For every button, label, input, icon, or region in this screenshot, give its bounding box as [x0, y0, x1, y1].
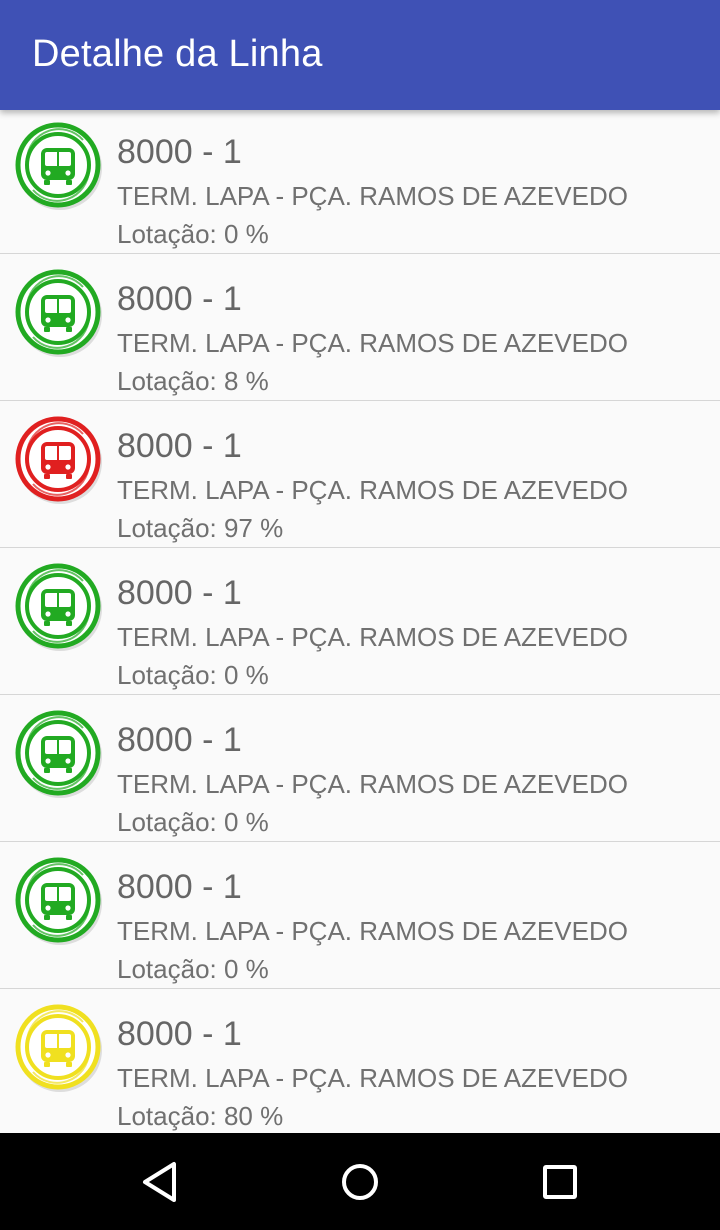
app-screen: Detalhe da Linha 8000 - 1 TERM. LAPA - PÇ… [0, 0, 720, 1230]
bus-icon [15, 122, 102, 210]
bus-icon [15, 269, 102, 357]
bus-occupancy-label: Lotação: 8 % [117, 366, 269, 396]
bus-occupancy-label: Lotação: 97 % [117, 513, 284, 543]
bus-icon [15, 710, 102, 798]
bus-icon [15, 1004, 102, 1092]
bus-line-title: 8000 - 1 [117, 574, 242, 612]
bus-route-label: TERM. LAPA - PÇA. RAMOS DE AZEVEDO [117, 475, 628, 505]
back-button[interactable] [135, 1157, 185, 1207]
bus-route-label: TERM. LAPA - PÇA. RAMOS DE AZEVEDO [117, 769, 628, 799]
bus-list[interactable]: 8000 - 1 TERM. LAPA - PÇA. RAMOS DE AZEVE… [0, 107, 720, 1133]
bus-route-label: TERM. LAPA - PÇA. RAMOS DE AZEVEDO [117, 181, 628, 211]
bus-route-label: TERM. LAPA - PÇA. RAMOS DE AZEVEDO [117, 328, 628, 358]
app-bar: Detalhe da Linha [0, 0, 720, 110]
recents-square-icon [543, 1165, 577, 1199]
bus-icon [15, 857, 102, 945]
bus-occupancy-label: Lotação: 80 % [117, 1101, 284, 1131]
system-nav-bar [0, 1133, 720, 1230]
bus-line-title: 8000 - 1 [117, 280, 242, 318]
bus-icon [15, 416, 102, 504]
bus-line-title: 8000 - 1 [117, 868, 242, 906]
bus-status-icon [13, 1002, 105, 1094]
bus-icon [15, 563, 102, 651]
bus-status-icon [13, 855, 105, 947]
bus-list-item[interactable]: 8000 - 1 TERM. LAPA - PÇA. RAMOS DE AZEVE… [0, 842, 720, 989]
bus-occupancy-label: Lotação: 0 % [117, 954, 269, 984]
bus-line-title: 8000 - 1 [117, 427, 242, 465]
bus-list-item[interactable]: 8000 - 1 TERM. LAPA - PÇA. RAMOS DE AZEVE… [0, 254, 720, 401]
back-triangle-icon [143, 1162, 176, 1202]
bus-list-item[interactable]: 8000 - 1 TERM. LAPA - PÇA. RAMOS DE AZEVE… [0, 989, 720, 1133]
bus-list-item[interactable]: 8000 - 1 TERM. LAPA - PÇA. RAMOS DE AZEVE… [0, 401, 720, 548]
bus-line-title: 8000 - 1 [117, 721, 242, 759]
home-button[interactable] [335, 1157, 385, 1207]
bus-route-label: TERM. LAPA - PÇA. RAMOS DE AZEVEDO [117, 916, 628, 946]
bus-list-item[interactable]: 8000 - 1 TERM. LAPA - PÇA. RAMOS DE AZEVE… [0, 548, 720, 695]
bus-line-title: 8000 - 1 [117, 1015, 242, 1053]
bus-occupancy-label: Lotação: 0 % [117, 660, 269, 690]
bus-status-icon [13, 708, 105, 800]
bus-route-label: TERM. LAPA - PÇA. RAMOS DE AZEVEDO [117, 622, 628, 652]
bus-route-label: TERM. LAPA - PÇA. RAMOS DE AZEVEDO [117, 1063, 628, 1093]
bus-occupancy-label: Lotação: 0 % [117, 219, 269, 249]
bus-list-item[interactable]: 8000 - 1 TERM. LAPA - PÇA. RAMOS DE AZEVE… [0, 107, 720, 254]
recents-button[interactable] [535, 1157, 585, 1207]
bus-occupancy-label: Lotação: 0 % [117, 807, 269, 837]
page-title: Detalhe da Linha [32, 33, 323, 75]
bus-status-icon [13, 561, 105, 653]
bus-line-title: 8000 - 1 [117, 133, 242, 171]
bus-status-icon [13, 414, 105, 506]
bus-list-item[interactable]: 8000 - 1 TERM. LAPA - PÇA. RAMOS DE AZEVE… [0, 695, 720, 842]
bus-status-icon [13, 120, 105, 212]
bus-status-icon [13, 267, 105, 359]
home-circle-icon [342, 1164, 378, 1200]
